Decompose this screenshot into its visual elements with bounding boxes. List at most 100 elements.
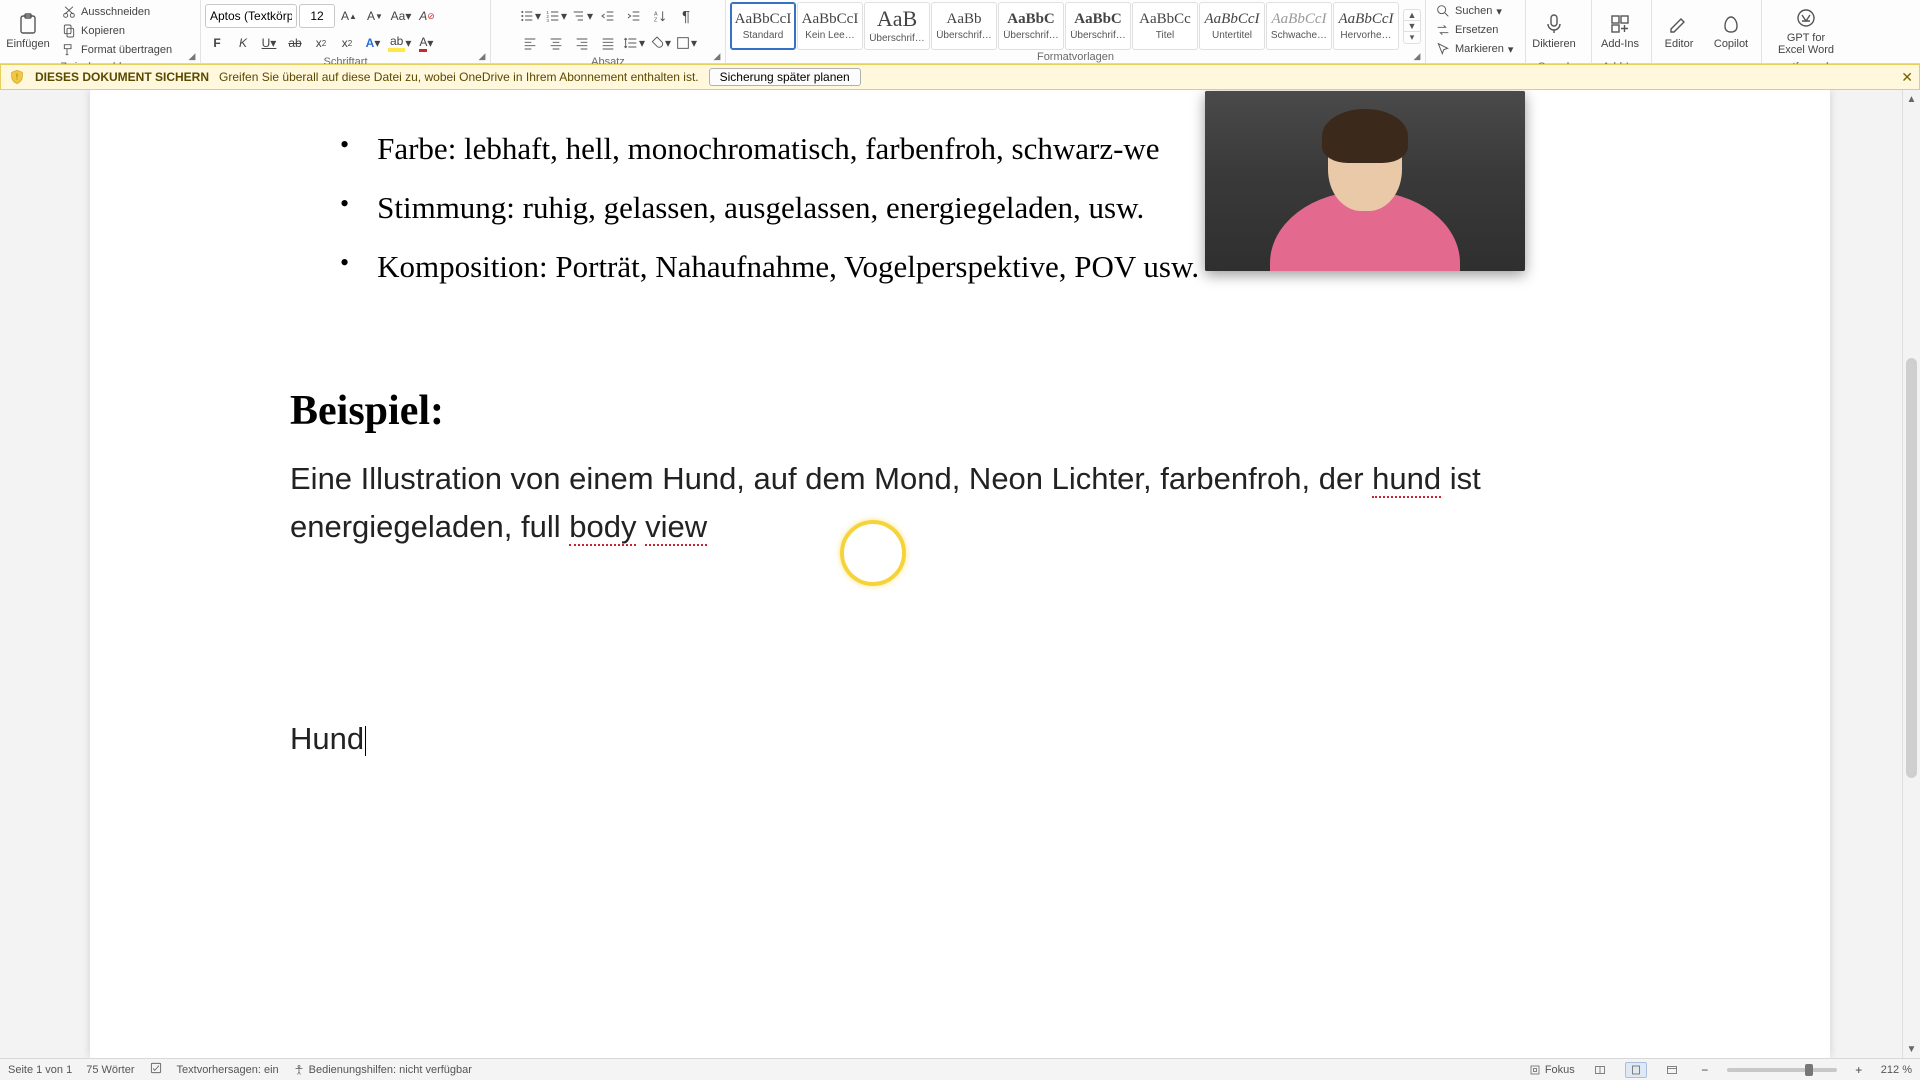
view-read-mode[interactable]: [1589, 1062, 1611, 1078]
scroll-thumb[interactable]: [1906, 358, 1917, 778]
style-swatch[interactable]: AaBbCcTitel: [1132, 2, 1198, 50]
scroll-down-icon[interactable]: ▼: [1903, 1040, 1920, 1058]
scroll-up-icon[interactable]: ▲: [1903, 90, 1920, 108]
bold-button[interactable]: F: [205, 31, 229, 55]
style-name: Schwache…: [1271, 30, 1327, 41]
style-gallery[interactable]: AaBbCcIStandardAaBbCcIKein Lee…AaBÜbersc…: [730, 2, 1399, 50]
font-launcher[interactable]: ◢: [476, 50, 488, 62]
style-swatch[interactable]: AaBbÜberschrif…: [931, 2, 997, 50]
status-predictions[interactable]: Textvorhersagen: ein: [177, 1064, 279, 1076]
status-words[interactable]: 75 Wörter: [86, 1064, 134, 1076]
style-scroll-up-icon[interactable]: ▲: [1404, 10, 1420, 21]
style-preview: AaBbCc: [1139, 12, 1191, 27]
dictate-button[interactable]: Diktieren: [1530, 2, 1578, 60]
justify-button[interactable]: [596, 31, 620, 55]
underline-button[interactable]: U▾: [257, 31, 281, 55]
select-label: Markieren: [1455, 43, 1504, 55]
view-web-layout[interactable]: [1661, 1062, 1683, 1078]
status-focus-text: Fokus: [1545, 1064, 1575, 1076]
styles-launcher[interactable]: ◢: [1411, 50, 1423, 62]
show-marks-button[interactable]: ¶: [674, 4, 698, 28]
subscript-button[interactable]: x2: [309, 31, 333, 55]
sort-button[interactable]: AZ: [648, 4, 672, 28]
font-name-combo[interactable]: [205, 4, 297, 28]
style-swatch[interactable]: AaBbCcIUntertitel: [1199, 2, 1265, 50]
infobar-title: DIESES DOKUMENT SICHERN: [35, 70, 209, 84]
flagged-word[interactable]: view: [645, 509, 707, 546]
indent-increase-button[interactable]: [622, 4, 646, 28]
style-scroll-down-icon[interactable]: ▼: [1404, 21, 1420, 32]
gpt-icon: [1794, 6, 1818, 30]
align-center-button[interactable]: [544, 31, 568, 55]
align-left-button[interactable]: [518, 31, 542, 55]
example-paragraph[interactable]: Eine Illustration von einem Hund, auf de…: [290, 455, 1630, 551]
editor-button[interactable]: Editor: [1656, 2, 1702, 60]
strike-button[interactable]: ab: [283, 31, 307, 55]
scroll-track[interactable]: [1903, 108, 1920, 1040]
infobar-close-icon[interactable]: ✕: [1901, 69, 1913, 86]
status-accessibility-text: Bedienungshilfen: nicht verfügbar: [309, 1064, 472, 1076]
vertical-scrollbar[interactable]: ▲ ▼: [1902, 90, 1920, 1058]
paragraph-launcher[interactable]: ◢: [711, 50, 723, 62]
zoom-level[interactable]: 212 %: [1881, 1064, 1912, 1076]
style-swatch[interactable]: AaBÜberschrif…: [864, 2, 930, 50]
superscript-button[interactable]: x2: [335, 31, 359, 55]
heading-beispiel[interactable]: Beispiel:: [290, 387, 1630, 435]
multilevel-button[interactable]: ▾: [570, 4, 594, 28]
font-size-combo[interactable]: [299, 4, 335, 28]
webcam-overlay[interactable]: [1205, 91, 1525, 271]
bullets-button[interactable]: ▾: [518, 4, 542, 28]
style-swatch[interactable]: AaBbCcISchwache…: [1266, 2, 1332, 50]
hund-line[interactable]: Hund: [290, 721, 1630, 757]
gptforwork-button[interactable]: GPT for Excel Word: [1766, 2, 1846, 60]
clipboard-launcher[interactable]: ◢: [186, 50, 198, 62]
document-page[interactable]: Farbe: lebhaft, hell, monochromatisch, f…: [90, 90, 1830, 1058]
flagged-word[interactable]: hund: [1372, 461, 1441, 498]
style-swatch[interactable]: AaBbCcIStandard: [730, 2, 796, 50]
clear-formatting-button[interactable]: A⊘: [415, 4, 439, 28]
status-accessibility[interactable]: Bedienungshilfen: nicht verfügbar: [293, 1064, 472, 1076]
microphone-icon: [1542, 12, 1566, 36]
select-button[interactable]: Markieren ▾: [1430, 40, 1518, 58]
status-proofing-icon[interactable]: [149, 1061, 163, 1078]
view-print-layout[interactable]: [1625, 1062, 1647, 1078]
addins-label: Add-Ins: [1601, 38, 1639, 50]
zoom-slider-knob[interactable]: [1805, 1064, 1813, 1076]
line-spacing-button[interactable]: ▾: [622, 31, 646, 55]
replace-button[interactable]: Ersetzen: [1430, 21, 1518, 39]
status-page[interactable]: Seite 1 von 1: [8, 1064, 72, 1076]
style-swatch[interactable]: AaBbCcIHervorhe…: [1333, 2, 1399, 50]
grow-font-button[interactable]: A▲: [337, 4, 361, 28]
style-swatch[interactable]: AaBbCÜberschrif…: [1065, 2, 1131, 50]
numbering-button[interactable]: 123▾: [544, 4, 568, 28]
infobar-action-button[interactable]: Sicherung später planen: [709, 68, 861, 86]
style-name: Untertitel: [1212, 30, 1252, 41]
paste-button[interactable]: Einfügen: [4, 2, 52, 60]
format-painter-button[interactable]: Format übertragen: [56, 41, 177, 59]
italic-button[interactable]: K: [231, 31, 255, 55]
style-expand-icon[interactable]: ▾: [1404, 32, 1420, 43]
style-swatch[interactable]: AaBbCcIKein Lee…: [797, 2, 863, 50]
zoom-in-button[interactable]: +: [1851, 1058, 1867, 1080]
editor-icon: [1667, 12, 1691, 36]
style-swatch[interactable]: AaBbCÜberschrif…: [998, 2, 1064, 50]
addins-button[interactable]: Add-Ins: [1596, 2, 1644, 60]
text-effects-button[interactable]: A▾: [361, 31, 385, 55]
shading-button[interactable]: ▾: [648, 31, 672, 55]
font-color-button[interactable]: A▾: [414, 31, 438, 55]
align-right-button[interactable]: [570, 31, 594, 55]
borders-button[interactable]: ▾: [674, 31, 698, 55]
status-focus[interactable]: Fokus: [1529, 1064, 1575, 1076]
indent-decrease-button[interactable]: [596, 4, 620, 28]
zoom-out-button[interactable]: −: [1697, 1058, 1713, 1080]
find-button[interactable]: Suchen ▾: [1430, 2, 1518, 20]
style-gallery-scroller[interactable]: ▲ ▼ ▾: [1403, 9, 1421, 44]
change-case-button[interactable]: Aa▾: [389, 4, 413, 28]
highlight-button[interactable]: ab▾: [387, 31, 412, 55]
copy-button[interactable]: Kopieren: [56, 22, 177, 40]
copilot-button[interactable]: Copilot: [1706, 2, 1756, 60]
shrink-font-button[interactable]: A▼: [363, 4, 387, 28]
zoom-slider[interactable]: [1727, 1068, 1837, 1072]
cut-button[interactable]: Ausschneiden: [56, 3, 177, 21]
flagged-word[interactable]: body: [569, 509, 636, 546]
